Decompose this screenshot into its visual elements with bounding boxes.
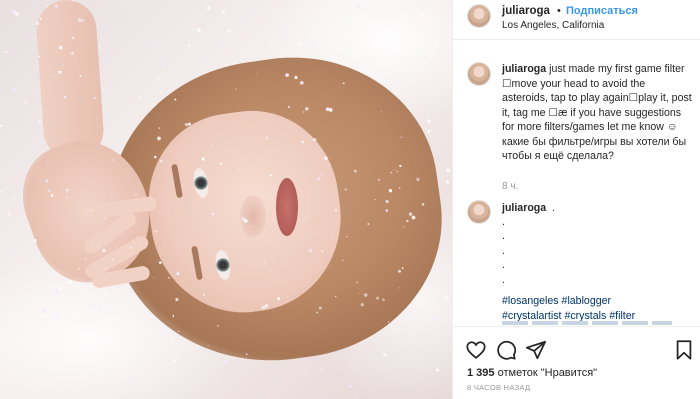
comments-section: juliaroga just made my first game filter… (453, 40, 700, 325)
hashtags: #losangeles #lablogger #crystalartist #cry… (502, 294, 697, 323)
truncated-text-fade (502, 321, 672, 325)
caption-time[interactable]: 8 ч. (502, 181, 518, 192)
likes-count[interactable]: 1 395 отметок "Нравится" (467, 367, 597, 379)
hashtag-link[interactable]: #filter (609, 310, 635, 322)
post-photo[interactable] (0, 0, 452, 399)
comment-icon[interactable] (495, 339, 517, 361)
hashtag-link[interactable]: #crystalartist (502, 310, 561, 322)
post-actions: 1 395 отметок "Нравится" 8 ЧАСОВ НАЗАД (453, 326, 700, 398)
caption-body-ru: какие бы фильтре/игры вы хотели бы чтобы… (502, 135, 687, 163)
bookmark-icon[interactable] (673, 339, 695, 361)
post-header: juliaroga • Подписаться Los Angeles, Cal… (453, 0, 700, 40)
hashtag-link[interactable]: #lablogger (562, 295, 611, 307)
caption-text: juliaroga just made my first game filter… (502, 62, 694, 164)
comment-text: . (552, 202, 555, 214)
post-side-panel: juliaroga • Подписаться Los Angeles, Cal… (452, 0, 700, 399)
header-username[interactable]: juliaroga (502, 5, 550, 17)
caption-avatar[interactable] (467, 62, 491, 86)
comment-avatar[interactable] (467, 200, 491, 224)
comment-dots: . . . . . (502, 216, 505, 286)
heart-icon[interactable] (465, 339, 487, 361)
avatar[interactable] (467, 4, 491, 28)
location-link[interactable]: Los Angeles, California (502, 20, 604, 31)
instagram-post: juliaroga • Подписаться Los Angeles, Cal… (0, 0, 700, 399)
separator-dot: • (557, 5, 561, 17)
caption-username[interactable]: juliaroga (502, 63, 546, 75)
post-time-ago[interactable]: 8 ЧАСОВ НАЗАД (467, 383, 530, 392)
comment-username[interactable]: juliaroga (502, 202, 546, 214)
follow-button[interactable]: Подписаться (566, 5, 638, 17)
hashtag-link[interactable]: #crystals (564, 310, 606, 322)
hashtag-link[interactable]: #losangeles (502, 295, 559, 307)
share-icon[interactable] (525, 339, 547, 361)
